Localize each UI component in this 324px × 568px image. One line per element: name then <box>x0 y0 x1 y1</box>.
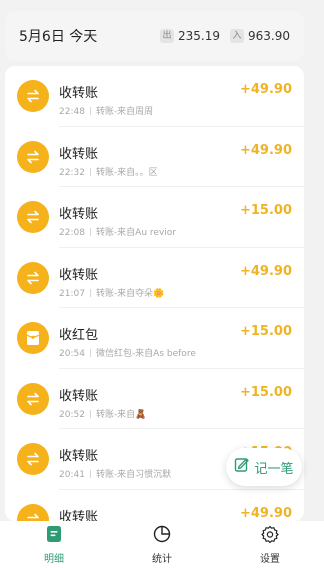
transaction-time: 22:48 <box>59 107 85 117</box>
transaction-title: 收转账 <box>59 146 99 162</box>
transaction-amount: +15.00 <box>239 384 292 400</box>
transaction-title: 收转账 <box>59 86 99 101</box>
transaction-meta: 20:41 转账-来自习惯沉默 <box>59 467 171 480</box>
transfer-icon <box>17 382 49 415</box>
transaction-description: 转账-来自习惯沉默 <box>95 470 172 480</box>
transaction-title: 收转账 <box>59 509 99 522</box>
transaction-row[interactable]: 收转账 21:07 转账-来自夺朵🌼 +49.90 <box>5 248 304 308</box>
transaction-meta: 20:54 微信红包-来自As before <box>59 346 196 359</box>
transaction-meta: 21:07 转账-来自夺朵🌼 <box>59 286 164 299</box>
transaction-row[interactable]: 收转账 22:48 转账-来自周周 +49.90 <box>5 66 304 127</box>
meta-divider <box>89 470 91 478</box>
meta-divider <box>89 409 91 418</box>
transaction-title: 收转账 <box>59 449 99 464</box>
tab-details[interactable]: 明细 <box>0 521 108 568</box>
transaction-title: 收红包 <box>59 328 99 343</box>
meta-divider <box>89 349 91 357</box>
transaction-row[interactable]: 收转账 +49.90 <box>5 490 304 522</box>
transaction-amount: +49.90 <box>239 263 292 279</box>
transaction-time: 22:08 <box>59 228 85 238</box>
transaction-time: 21:07 <box>59 288 85 299</box>
transaction-description: 微信红包-来自As before <box>95 349 196 359</box>
transaction-time: 20:52 <box>59 409 85 420</box>
transfer-icon <box>17 140 49 173</box>
income-total: 入 963.90 <box>230 29 290 43</box>
tab-statistics-label: 统计 <box>152 553 172 565</box>
transaction-title: 收转账 <box>59 207 99 222</box>
meta-divider <box>89 288 91 297</box>
expense-total: 出 235.19 <box>160 29 220 43</box>
transfer-icon <box>17 80 49 112</box>
expense-value: 235.19 <box>178 29 220 43</box>
transaction-amount: +49.90 <box>239 505 292 521</box>
income-tag: 入 <box>230 29 244 43</box>
details-icon <box>46 525 62 547</box>
meta-divider <box>89 107 91 115</box>
transaction-time: 20:54 <box>59 349 85 359</box>
daily-totals: 出 235.19 入 963.90 <box>160 29 290 43</box>
tab-statistics[interactable]: 统计 <box>108 521 216 568</box>
transaction-amount: +15.00 <box>239 324 292 339</box>
transaction-row[interactable]: 收转账 20:52 转账-来自🧸 +15.00 <box>5 369 304 429</box>
transaction-description: 转账-来自夺朵🌼 <box>95 288 165 299</box>
transaction-row[interactable]: 收转账 22:32 转账-来自。。区 +49.90 <box>5 127 304 187</box>
transfer-icon <box>17 261 49 294</box>
transaction-row[interactable]: 收转账 22:08 转账-来自Au revior +15.00 <box>5 187 304 248</box>
summary-header: 5月6日 今天 出 235.19 入 963.90 <box>5 11 304 61</box>
transaction-meta: 22:08 转账-来自Au revior <box>59 225 176 238</box>
edit-note-icon <box>234 457 250 477</box>
transaction-time: 20:41 <box>59 470 85 480</box>
gear-icon <box>261 525 279 547</box>
date-label: 5月6日 今天 <box>19 29 98 45</box>
transaction-meta: 22:32 转账-来自。。区 <box>59 165 158 178</box>
transfer-icon <box>17 503 49 521</box>
transaction-description: 转账-来自Au revior <box>95 228 176 238</box>
bottom-tab-bar: 明细 统计 设置 <box>0 521 324 568</box>
tab-settings-label: 设置 <box>260 553 280 565</box>
transaction-meta: 22:48 转账-来自周周 <box>59 104 153 117</box>
pie-chart-icon <box>153 525 171 547</box>
expense-tag: 出 <box>160 29 174 43</box>
transaction-amount: +49.90 <box>239 142 292 158</box>
transaction-title: 收转账 <box>59 388 99 404</box>
transaction-amount: +15.00 <box>239 203 292 218</box>
transaction-description: 转账-来自。。区 <box>95 167 158 178</box>
transaction-meta: 20:52 转账-来自🧸 <box>59 407 146 420</box>
red-packet-icon <box>17 322 49 354</box>
transaction-description: 转账-来自周周 <box>95 107 154 117</box>
transaction-title: 收转账 <box>59 267 99 283</box>
transaction-time: 22:32 <box>59 167 85 178</box>
add-record-button[interactable]: 记一笔 <box>226 448 302 486</box>
tab-settings[interactable]: 设置 <box>216 521 324 568</box>
meta-divider <box>89 167 91 176</box>
transaction-row[interactable]: 收红包 20:54 微信红包-来自As before +15.00 <box>5 308 304 369</box>
transfer-icon <box>17 201 49 233</box>
income-value: 963.90 <box>248 29 290 43</box>
transaction-amount: +49.90 <box>239 82 292 97</box>
transaction-description: 转账-来自🧸 <box>95 409 147 420</box>
transfer-icon <box>17 443 49 475</box>
add-record-label: 记一笔 <box>254 461 294 477</box>
meta-divider <box>89 228 91 236</box>
tab-details-label: 明细 <box>44 553 64 565</box>
